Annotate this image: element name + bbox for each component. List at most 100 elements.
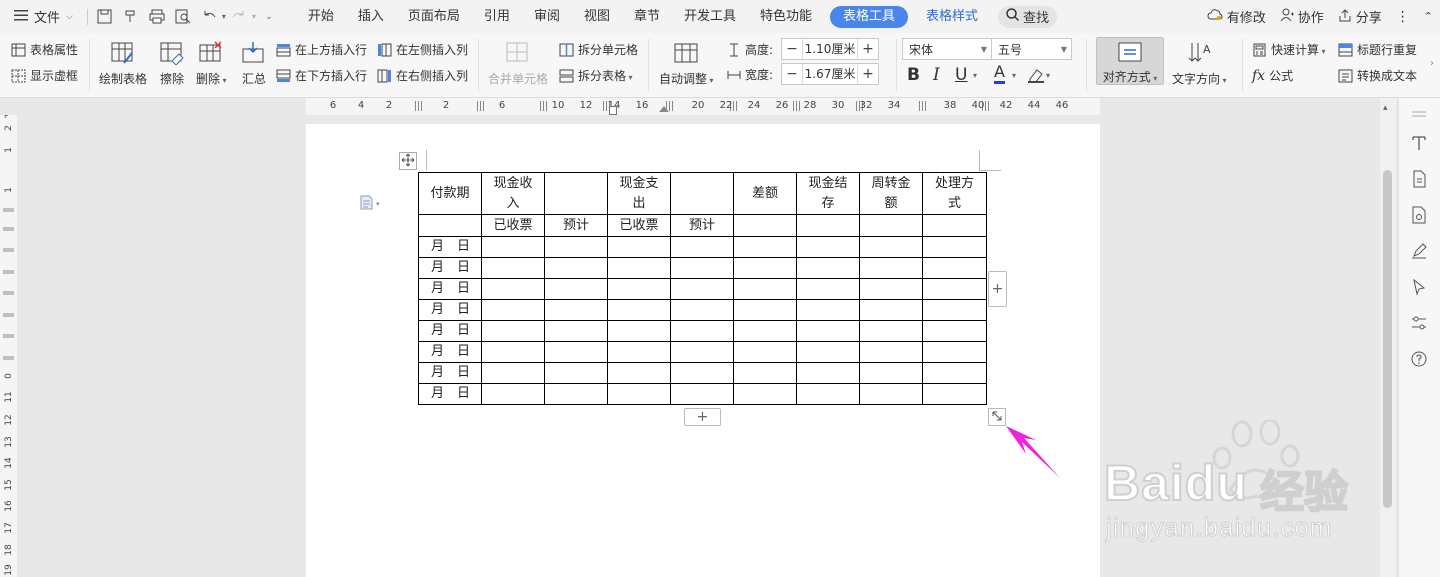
table-cell[interactable] (544, 320, 608, 342)
more-options-icon[interactable]: ⋮ (1389, 9, 1417, 25)
table-cell[interactable] (481, 320, 545, 342)
height-increase-button[interactable]: + (858, 41, 878, 57)
split-table-button[interactable]: 拆分表格 ▾ (559, 67, 633, 84)
erase-button[interactable]: 擦除 (158, 39, 186, 87)
table-cell[interactable] (796, 383, 860, 405)
table-cell[interactable] (796, 299, 860, 321)
table-cell[interactable] (544, 341, 608, 363)
font-size-select[interactable]: 五号 ▼ (991, 38, 1072, 60)
indent-marker[interactable] (609, 106, 617, 115)
ribbon-scroll-right-icon[interactable]: › (1430, 58, 1434, 69)
tab-insert[interactable]: 插入 (346, 0, 396, 33)
insert-col-right-button[interactable]: 在右侧插入列 (377, 67, 468, 84)
table-cell[interactable] (922, 278, 987, 300)
table-cell[interactable] (733, 341, 797, 363)
tab-page-layout[interactable]: 页面布局 (396, 0, 472, 33)
doc-settings-icon[interactable] (1409, 205, 1429, 225)
undo-icon[interactable] (198, 6, 220, 28)
panel-collapse-icon[interactable] (1409, 104, 1429, 124)
table-header-cell[interactable]: 现金结存 (796, 172, 860, 215)
undo-dropdown-icon[interactable]: ▾ (222, 12, 226, 21)
table-date-cell[interactable]: 月 日 (418, 236, 482, 258)
table-cell[interactable] (859, 341, 923, 363)
table-date-cell[interactable]: 月 日 (418, 299, 482, 321)
print-preview-icon[interactable] (172, 6, 194, 28)
table-cell[interactable] (544, 236, 608, 258)
table-cell[interactable] (481, 383, 545, 405)
table-date-cell[interactable]: 月 日 (418, 341, 482, 363)
table-cell[interactable] (481, 236, 545, 258)
table-cell[interactable] (796, 278, 860, 300)
table-subheader-cell[interactable]: 预计 (670, 214, 734, 237)
underline-dropdown-icon[interactable]: ▾ (973, 71, 977, 80)
tab-developer[interactable]: 开发工具 (672, 0, 748, 33)
table-subheader-cell[interactable] (733, 214, 797, 237)
table-date-cell[interactable]: 月 日 (418, 320, 482, 342)
table-cell[interactable] (922, 320, 987, 342)
table-header-cell[interactable] (544, 172, 608, 215)
table-cell[interactable] (670, 236, 734, 258)
font-name-select[interactable]: 宋体 ▼ (902, 38, 992, 60)
data-table[interactable]: 付款期 现金收入 现金支出 差额 现金结存 周转金额 处理方式 已收票 预计 已收票 预计月 日月 … (418, 172, 987, 405)
table-cell[interactable] (922, 299, 987, 321)
table-subheader-cell[interactable] (796, 214, 860, 237)
bold-icon[interactable]: B (907, 65, 920, 85)
collapse-ribbon-icon[interactable]: ⌃ (1417, 10, 1440, 23)
table-subheader-cell[interactable]: 预计 (544, 214, 608, 237)
table-header-cell[interactable]: 付款期 (418, 172, 482, 215)
align-button[interactable]: 对齐方式 ▾ (1096, 37, 1164, 85)
table-cell[interactable] (607, 278, 671, 300)
table-header-cell[interactable]: 处理方式 (922, 172, 987, 215)
repeat-header-button[interactable]: 标题行重复 (1338, 41, 1417, 58)
table-cell[interactable] (859, 362, 923, 384)
modified-button[interactable]: 有修改 (1200, 7, 1273, 26)
file-menu[interactable]: 文件 ⌵ (0, 0, 83, 33)
table-cell[interactable] (607, 383, 671, 405)
collab-button[interactable]: 协作 (1273, 7, 1331, 26)
redo-icon[interactable] (228, 6, 250, 28)
table-cell[interactable] (481, 278, 545, 300)
table-cell[interactable] (607, 236, 671, 258)
auto-fit-button[interactable]: 自动调整 ▾ (659, 39, 714, 87)
table-cell[interactable] (922, 341, 987, 363)
tab-stop-marker[interactable] (659, 106, 669, 112)
text-direction-button[interactable]: A 文字方向 ▾ (1172, 39, 1227, 87)
table-cell[interactable] (733, 362, 797, 384)
table-cell[interactable] (922, 257, 987, 279)
add-row-button[interactable]: + (684, 408, 721, 426)
table-date-cell[interactable]: 月 日 (418, 257, 482, 279)
table-cell[interactable] (607, 257, 671, 279)
tab-view[interactable]: 视图 (572, 0, 622, 33)
vertical-ruler[interactable]: ⌜ 2 1 1 0 11 12 13 14 15 16 17 18 19 (0, 115, 17, 577)
save-icon[interactable] (94, 6, 116, 28)
table-cell[interactable] (670, 257, 734, 279)
height-decrease-button[interactable]: − (782, 41, 802, 57)
help-icon[interactable] (1409, 349, 1429, 369)
table-subheader-cell[interactable]: 已收票 (607, 214, 671, 237)
table-cell[interactable] (859, 320, 923, 342)
insert-row-above-button[interactable]: 在上方插入行 (276, 41, 367, 58)
table-cell[interactable] (607, 299, 671, 321)
table-cell[interactable] (922, 383, 987, 405)
table-cell[interactable] (481, 362, 545, 384)
table-header-cell[interactable]: 现金支出 (607, 172, 671, 215)
table-cell[interactable] (796, 341, 860, 363)
quick-calc-button[interactable]: 快速计算 ▾ (1252, 41, 1326, 58)
table-cell[interactable] (922, 362, 987, 384)
table-cell[interactable] (481, 341, 545, 363)
table-move-handle[interactable] (399, 152, 417, 170)
italic-icon[interactable]: I (933, 65, 940, 85)
highlight-icon[interactable] (1027, 67, 1045, 86)
insert-col-left-button[interactable]: 在左侧插入列 (377, 41, 468, 58)
table-cell[interactable] (733, 278, 797, 300)
format-painter-icon[interactable] (120, 6, 142, 28)
pen-icon[interactable] (1409, 241, 1429, 261)
table-cell[interactable] (796, 320, 860, 342)
tab-features[interactable]: 特色功能 (748, 0, 824, 33)
table-cell[interactable] (859, 236, 923, 258)
table-header-cell[interactable]: 差额 (733, 172, 797, 215)
table-cell[interactable] (796, 362, 860, 384)
tab-review[interactable]: 审阅 (522, 0, 572, 33)
scroll-up-icon[interactable]: ▴ (1383, 103, 1388, 113)
draw-table-button[interactable]: 绘制表格 (99, 39, 147, 87)
